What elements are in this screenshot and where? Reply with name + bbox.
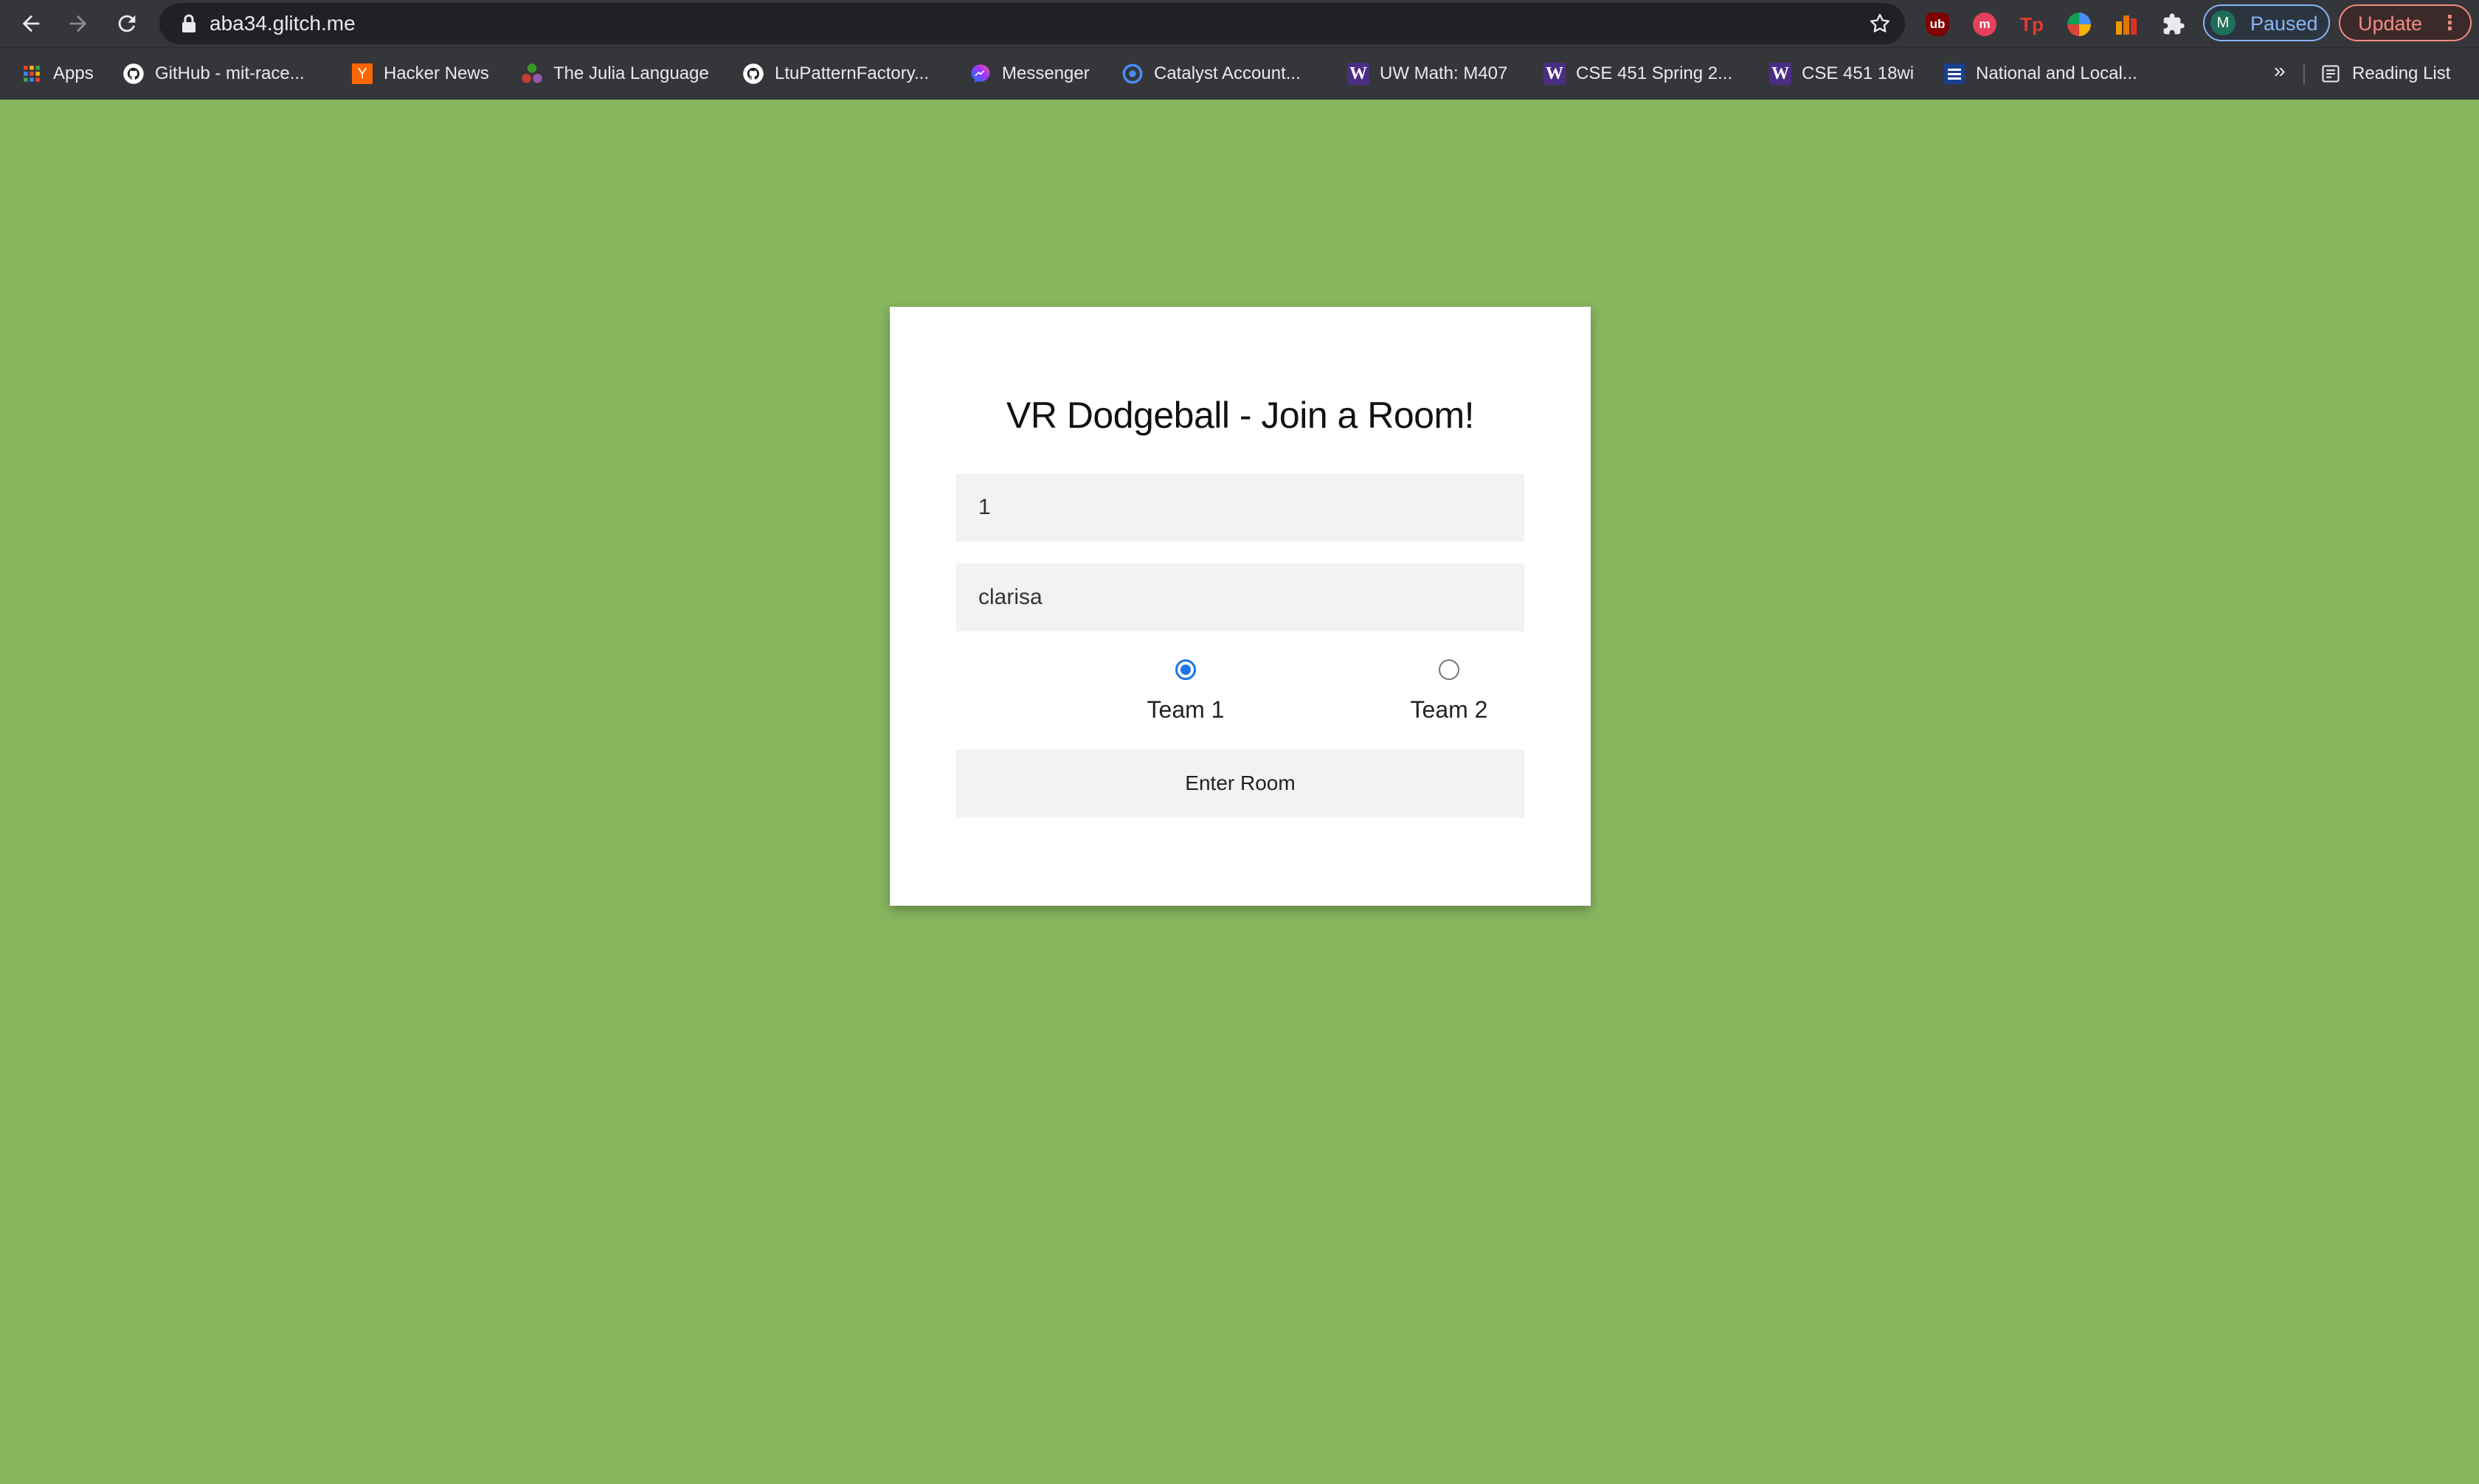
- bookmark-label: Messenger: [1002, 63, 1090, 83]
- team-1-label: Team 1: [1147, 696, 1225, 723]
- url-text: aba34.glitch.me: [210, 12, 356, 35]
- bookmarks-bar: Apps GitHub - mit-race... Y Hacker News …: [0, 47, 2479, 100]
- bookmark-label: The Julia Language: [553, 63, 709, 83]
- bookmark-julia[interactable]: The Julia Language: [521, 59, 709, 89]
- team-1-radio[interactable]: [1175, 659, 1196, 680]
- mastodon-icon[interactable]: m: [1973, 13, 1996, 36]
- forward-button[interactable]: [60, 6, 96, 41]
- update-label: Update: [2358, 13, 2423, 35]
- reading-list-button[interactable]: Reading List: [2320, 59, 2450, 89]
- julia-icon: [521, 63, 543, 85]
- bookmark-label: CSE 451 Spring 2...: [1576, 63, 1733, 83]
- multicolor-extension-icon[interactable]: [2067, 13, 2091, 36]
- reload-button[interactable]: [109, 6, 145, 41]
- bookmark-uw-math[interactable]: W UW Math: M407: [1347, 59, 1507, 89]
- catalyst-icon: [1121, 63, 1144, 85]
- browser-toolbar: aba34.glitch.me ub m Tp M Paused Update …: [0, 0, 2479, 47]
- address-bar[interactable]: aba34.glitch.me: [159, 3, 1905, 44]
- profile-status-label: Paused: [2250, 13, 2318, 35]
- arrow-right-icon: [69, 15, 87, 32]
- team-2-label: Team 2: [1410, 696, 1488, 723]
- avatar: M: [2210, 10, 2236, 35]
- bookmark-label: CSE 451 18wi: [1802, 63, 1915, 83]
- arrow-left-icon: [22, 15, 40, 32]
- bookmark-label: LtuPatternFactory...: [775, 63, 929, 83]
- bookmark-catalyst[interactable]: Catalyst Account...: [1121, 59, 1301, 89]
- uw-icon: W: [1543, 63, 1566, 85]
- github-icon: [122, 63, 145, 85]
- team-2-radio[interactable]: [1439, 659, 1459, 680]
- uw-icon: W: [1769, 63, 1791, 85]
- bookmarks-divider: [2303, 64, 2305, 85]
- bookmark-label: Hacker News: [384, 63, 489, 83]
- github-icon: [742, 63, 764, 85]
- join-room-card: VR Dodgeball - Join a Room! Team 1 Team …: [890, 307, 1591, 906]
- ublock-icon[interactable]: ub: [1926, 13, 1949, 36]
- apps-grid-icon: [21, 63, 43, 85]
- news-icon: [1943, 63, 1965, 85]
- more-vert-icon: ⋮: [2440, 12, 2460, 34]
- bookmark-hacker-news[interactable]: Y Hacker News: [351, 59, 489, 89]
- bookmark-label: Catalyst Account...: [1154, 63, 1301, 83]
- bookmark-messenger[interactable]: Messenger: [969, 59, 1090, 89]
- bookmark-national-local[interactable]: National and Local...: [1943, 59, 2137, 89]
- page-title: VR Dodgeball - Join a Room!: [1006, 395, 1475, 436]
- reading-list-icon: [2320, 63, 2342, 85]
- profile-button[interactable]: M Paused: [2203, 4, 2330, 41]
- browser-chrome: aba34.glitch.me ub m Tp M Paused Update …: [0, 0, 2479, 100]
- back-button[interactable]: [13, 6, 49, 41]
- extensions-puzzle-icon[interactable]: [2162, 13, 2185, 36]
- player-name-input[interactable]: [956, 564, 1524, 631]
- bar-chart-icon: [2116, 15, 2137, 35]
- room-input[interactable]: [956, 474, 1524, 541]
- messenger-icon: [969, 63, 992, 85]
- reading-list-label: Reading List: [2352, 63, 2451, 83]
- bookmark-github-mit-race[interactable]: GitHub - mit-race...: [122, 59, 305, 89]
- bookmark-label: GitHub - mit-race...: [155, 63, 305, 83]
- bookmark-label: National and Local...: [1976, 63, 2137, 83]
- team-1-option[interactable]: Team 1: [1112, 659, 1259, 724]
- bookmarks-overflow-button[interactable]: »: [2274, 59, 2286, 83]
- reload-icon: [118, 15, 136, 32]
- tampermonkey-icon[interactable]: Tp: [2020, 13, 2044, 36]
- uw-icon: W: [1347, 63, 1369, 85]
- lock-icon: [182, 14, 196, 32]
- bookmark-cse451-18wi[interactable]: W CSE 451 18wi: [1769, 59, 1914, 89]
- team-2-option[interactable]: Team 2: [1375, 659, 1523, 724]
- bookmark-label: Apps: [53, 63, 94, 83]
- bar-chart-extension-icon[interactable]: [2115, 13, 2138, 36]
- bookmark-cse451-spring[interactable]: W CSE 451 Spring 2...: [1543, 59, 1732, 89]
- bookmark-ltupatternfactory[interactable]: LtuPatternFactory...: [742, 59, 929, 89]
- enter-room-button[interactable]: Enter Room: [956, 749, 1524, 817]
- bookmark-star-icon[interactable]: [1868, 12, 1892, 35]
- update-button[interactable]: Update ⋮: [2339, 4, 2472, 41]
- bookmark-label: UW Math: M407: [1380, 63, 1508, 83]
- bookmark-apps[interactable]: Apps: [21, 59, 94, 89]
- hacker-news-icon: Y: [351, 63, 373, 85]
